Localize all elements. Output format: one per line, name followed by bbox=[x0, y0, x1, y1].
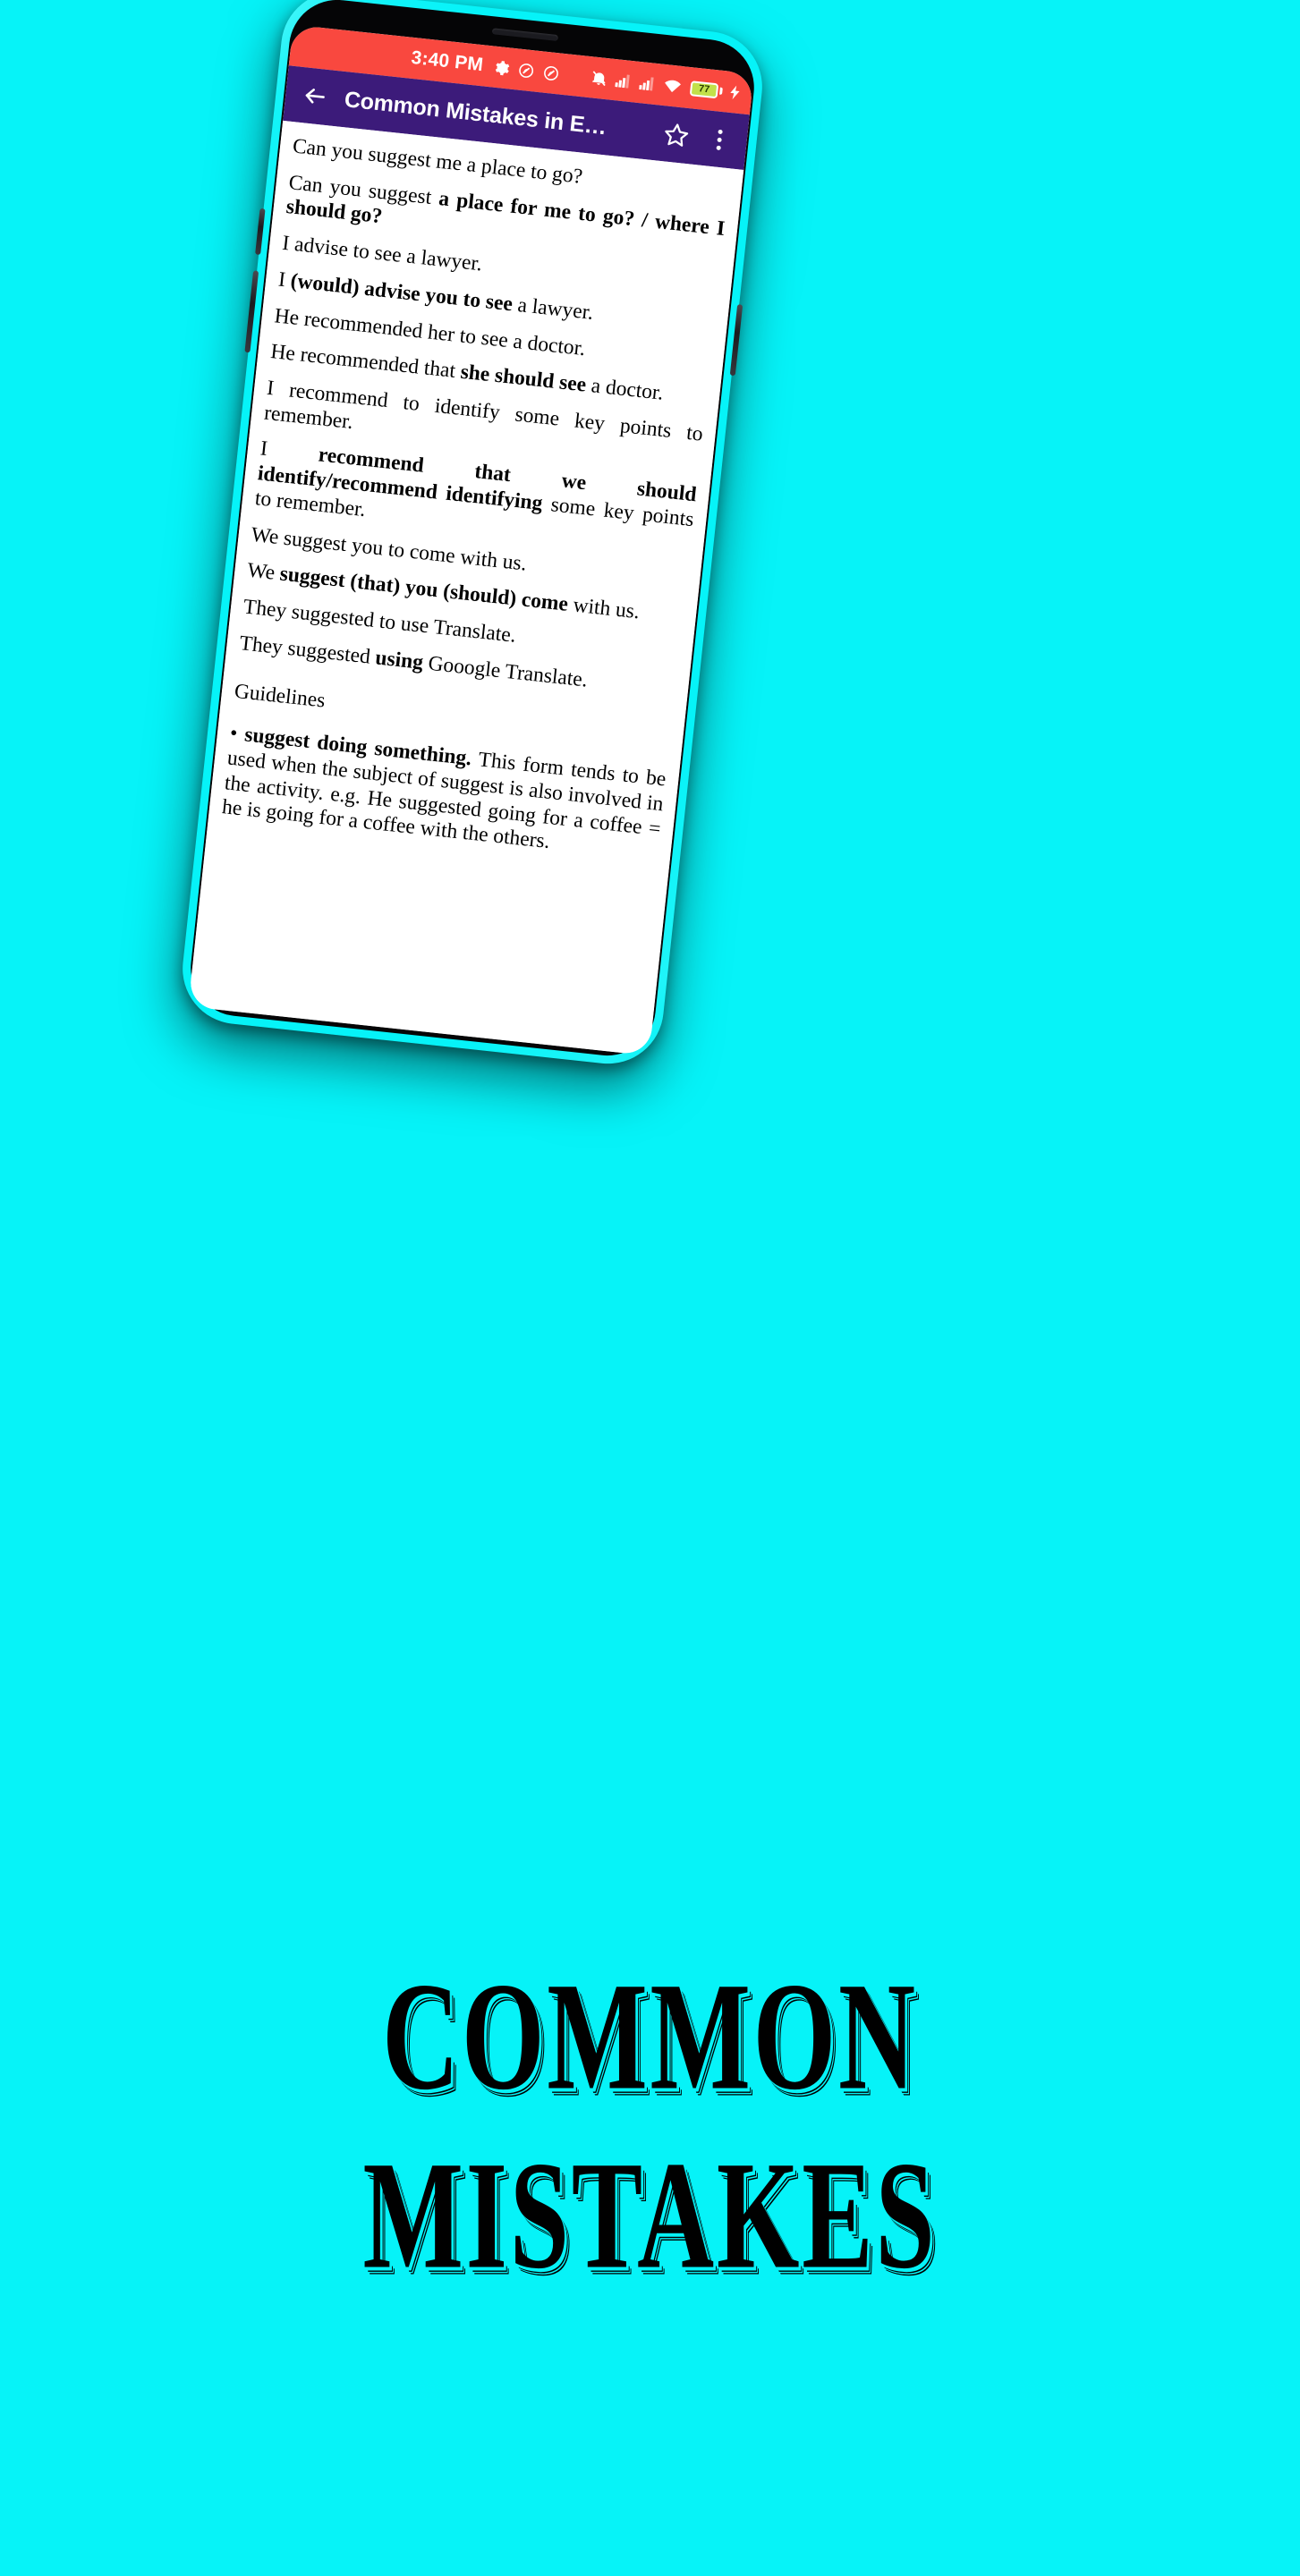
kebab-dots bbox=[715, 129, 723, 150]
alarm-off-icon bbox=[590, 69, 608, 88]
gear-icon bbox=[492, 58, 511, 77]
star-icon[interactable] bbox=[658, 116, 695, 154]
phone-mockup-stage: 3:40 PM 77 Common Mistakes in E… Can you… bbox=[0, 0, 1300, 1968]
promo-text-block: COMMON MISTAKES bbox=[0, 1950, 1300, 2292]
more-options-icon[interactable] bbox=[701, 121, 738, 158]
article-content[interactable]: Can you suggest me a place to go? Can yo… bbox=[188, 120, 744, 1056]
back-arrow-icon[interactable] bbox=[296, 78, 334, 115]
do-not-disturb-icon bbox=[542, 64, 561, 82]
promo-line-2: MISTAKES bbox=[362, 2129, 938, 2301]
promo-line-1: COMMON bbox=[382, 1950, 918, 2123]
battery-icon: 77 bbox=[689, 80, 724, 99]
signal-bars-icon bbox=[615, 72, 633, 89]
wifi-icon bbox=[663, 78, 683, 94]
do-not-disturb-icon bbox=[517, 61, 536, 80]
charging-bolt-icon bbox=[730, 85, 741, 100]
signal-bars-icon bbox=[639, 75, 657, 91]
phone-device: 3:40 PM 77 Common Mistakes in E… Can you… bbox=[177, 0, 768, 1069]
status-bar-clock: 3:40 PM bbox=[410, 47, 485, 76]
guideline-bullet: • suggest doing something. This form ten… bbox=[220, 721, 667, 854]
battery-percent-label: 77 bbox=[698, 82, 710, 95]
